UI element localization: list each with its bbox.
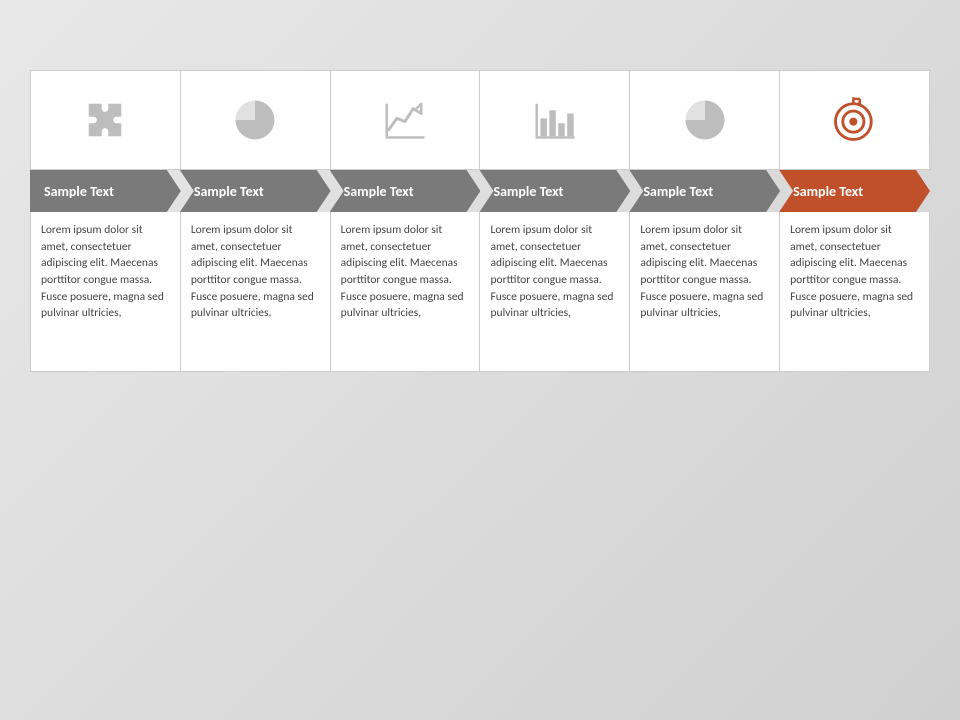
arrow-label-6: Sample Text [779,170,930,212]
icon-box-5 [629,70,780,170]
icon-box-1 [30,70,181,170]
text-box-2: Lorem ipsum dolor sit amet, consectetuer… [180,212,331,372]
text-box-6: Lorem ipsum dolor sit amet, consectetuer… [779,212,930,372]
step-col-5: Sample TextLorem ipsum dolor sit amet, c… [629,70,780,372]
arrow-label-3: Sample Text [330,170,481,212]
text-box-1: Lorem ipsum dolor sit amet, consectetuer… [30,212,181,372]
icon-box-2 [180,70,331,170]
flow-container: Sample TextLorem ipsum dolor sit amet, c… [30,70,930,372]
icon-box-4 [479,70,630,170]
step-col-6: Sample TextLorem ipsum dolor sit amet, c… [779,70,930,372]
step-col-1: Sample TextLorem ipsum dolor sit amet, c… [30,70,181,372]
slide: Sample TextLorem ipsum dolor sit amet, c… [0,0,960,720]
step-col-4: Sample TextLorem ipsum dolor sit amet, c… [479,70,630,372]
arrow-label-4: Sample Text [479,170,630,212]
text-box-4: Lorem ipsum dolor sit amet, consectetuer… [479,212,630,372]
arrow-label-1: Sample Text [30,170,181,212]
icon-box-3 [330,70,481,170]
arrow-label-2: Sample Text [180,170,331,212]
icon-box-6 [779,70,930,170]
step-col-2: Sample TextLorem ipsum dolor sit amet, c… [180,70,331,372]
text-box-3: Lorem ipsum dolor sit amet, consectetuer… [330,212,481,372]
arrow-label-5: Sample Text [629,170,780,212]
step-col-3: Sample TextLorem ipsum dolor sit amet, c… [330,70,481,372]
text-box-5: Lorem ipsum dolor sit amet, consectetuer… [629,212,780,372]
